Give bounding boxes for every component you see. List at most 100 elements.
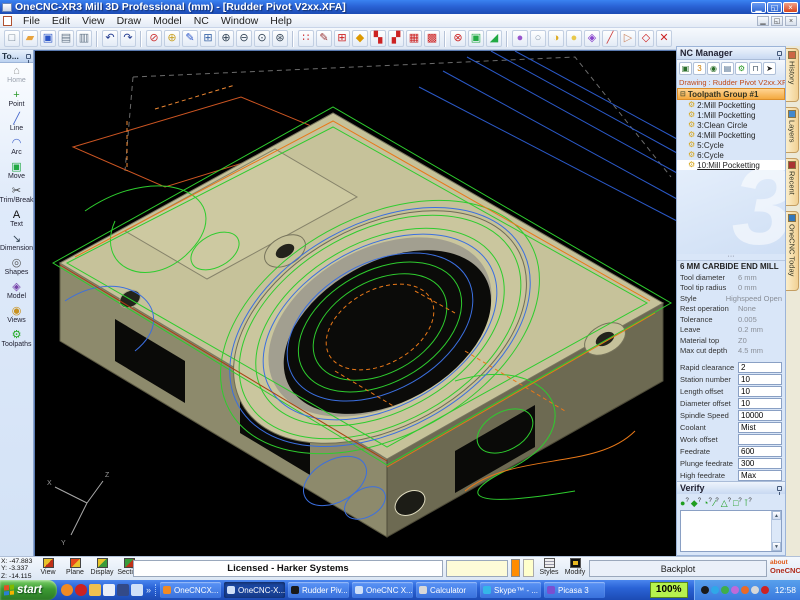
input-length-offset[interactable] bbox=[738, 386, 782, 397]
grid-pattern-c-icon[interactable]: ▦ bbox=[406, 30, 422, 47]
cancel-icon[interactable]: ⊗ bbox=[450, 30, 466, 47]
zoom-window-icon[interactable]: ⊞ bbox=[200, 30, 216, 47]
sidebar-item-trim-break[interactable]: ✂Trim/Break bbox=[0, 183, 33, 207]
input-work-offset[interactable] bbox=[738, 434, 782, 445]
sidebar-item-text[interactable]: AText bbox=[0, 207, 33, 231]
pin-icon[interactable] bbox=[777, 51, 782, 56]
backplot-icon[interactable]: ◉ bbox=[707, 62, 720, 75]
taskbar-window-onecnc-x[interactable]: OneCNC X... bbox=[352, 582, 413, 598]
plane-button[interactable]: Plane bbox=[63, 558, 87, 577]
quick-launch-overflow-icon[interactable]: » bbox=[145, 585, 151, 595]
active-color-swatch[interactable] bbox=[511, 559, 520, 577]
tab-history[interactable]: History bbox=[786, 48, 799, 102]
layout-quad-icon[interactable]: ⊞ bbox=[334, 30, 350, 47]
taskbar-window-calculator[interactable]: Calculator bbox=[416, 582, 477, 598]
tray-messenger-icon[interactable] bbox=[731, 586, 739, 594]
sidebar-item-views[interactable]: ◉Views bbox=[0, 303, 33, 327]
menu-view[interactable]: View bbox=[76, 15, 111, 27]
realplayer-quicklaunch-icon[interactable] bbox=[75, 584, 87, 596]
toolpath-item-4-mill-pocketting[interactable]: ⚙4:Mill Pocketting bbox=[677, 130, 785, 140]
document-quicklaunch-icon[interactable] bbox=[103, 584, 115, 596]
about-onecnc-logo[interactable]: about OneCNC bbox=[770, 559, 800, 575]
sidebar-item-model[interactable]: ◈Model bbox=[0, 279, 33, 303]
display-button[interactable]: Display bbox=[90, 558, 114, 577]
grid-pattern-d-icon[interactable]: ▩ bbox=[424, 30, 440, 47]
surface-normals-icon[interactable]: ▷ bbox=[620, 30, 636, 47]
sidebar-item-arc[interactable]: ◠Arc bbox=[0, 135, 33, 159]
verify-point-icon[interactable]: ●? bbox=[680, 495, 689, 509]
shade-flat-icon[interactable]: ◑ bbox=[548, 30, 564, 47]
tray-update-icon[interactable] bbox=[711, 586, 719, 594]
select-cursor-icon[interactable]: ➤ bbox=[763, 62, 776, 75]
print-icon[interactable]: ▤ bbox=[58, 30, 74, 47]
taskbar-window-picasa-3[interactable]: Picasa 3 bbox=[544, 582, 605, 598]
zoom-extents-icon[interactable]: ⊙ bbox=[254, 30, 270, 47]
verify-box-icon[interactable]: □? bbox=[733, 495, 742, 509]
close-button[interactable]: × bbox=[783, 2, 798, 13]
minimize-button[interactable]: ▁ bbox=[751, 2, 766, 13]
menu-edit[interactable]: Edit bbox=[46, 15, 76, 27]
sidebar-item-home[interactable]: ⌂Home bbox=[0, 63, 33, 87]
input-high-feedrate[interactable] bbox=[738, 470, 782, 481]
zoom-out-icon[interactable]: ⊖ bbox=[236, 30, 252, 47]
draw-pencil-icon[interactable]: ✎ bbox=[182, 30, 198, 47]
mdi-restore-button[interactable]: ◱ bbox=[771, 16, 783, 26]
menu-nc[interactable]: NC bbox=[188, 15, 215, 27]
toolpath-item-5-cycle[interactable]: ⚙5:Cycle bbox=[677, 140, 785, 150]
redo-icon[interactable]: ↷ bbox=[120, 30, 136, 47]
scroll-up-icon[interactable]: ▲ bbox=[772, 511, 781, 520]
verify-angle-icon[interactable]: ∕? bbox=[714, 495, 719, 509]
layers-copy-icon[interactable]: ▣ bbox=[468, 30, 484, 47]
solid-box-icon[interactable]: ◈ bbox=[584, 30, 600, 47]
surface-check-icon[interactable]: ◇ bbox=[638, 30, 654, 47]
verify-triangle-icon[interactable]: △? bbox=[721, 495, 731, 509]
machine-sim-icon[interactable]: ▣ bbox=[679, 62, 692, 75]
toolpath-item-1-mill-pocketting[interactable]: ⚙1:Mill Pocketting bbox=[677, 110, 785, 120]
snap-grid-icon[interactable]: ∷ bbox=[298, 30, 314, 47]
zoom-previous-icon[interactable]: ⊛ bbox=[272, 30, 288, 47]
sidebar-item-move[interactable]: ▣Move bbox=[0, 159, 33, 183]
tray-picasa-icon[interactable] bbox=[741, 586, 749, 594]
menu-file[interactable]: File bbox=[17, 15, 46, 27]
input-diameter-offset[interactable] bbox=[738, 398, 782, 409]
modify-button[interactable]: Modify bbox=[563, 558, 587, 577]
viewport[interactable]: X Z Y bbox=[34, 50, 676, 556]
tab-layers[interactable]: Layers bbox=[786, 107, 799, 153]
stock-icon[interactable]: ◆ bbox=[352, 30, 368, 47]
post-3-icon[interactable]: 3 bbox=[693, 62, 706, 75]
verify-arc-icon[interactable]: ◔? bbox=[703, 495, 712, 509]
sidebar-item-shapes[interactable]: ◎Shapes bbox=[0, 255, 33, 279]
zoom-all-icon[interactable]: ⊕ bbox=[164, 30, 180, 47]
sidebar-item-line[interactable]: ╱Line bbox=[0, 111, 33, 135]
tray-app-icon[interactable] bbox=[701, 586, 709, 594]
new-document-icon[interactable]: □ bbox=[4, 30, 20, 47]
sidebar-item-toolpaths[interactable]: ⚙Toolpaths bbox=[0, 327, 33, 351]
taskbar-window-onecnc-x[interactable]: OneCNC-X... bbox=[224, 582, 285, 598]
folder-quicklaunch-icon[interactable] bbox=[89, 584, 101, 596]
toolpath-item-6-cycle[interactable]: ⚙6:Cycle bbox=[677, 150, 785, 160]
shade-wireframe-icon[interactable]: ○ bbox=[530, 30, 546, 47]
save-icon[interactable]: ▣ bbox=[40, 30, 56, 47]
tray-shield-icon[interactable] bbox=[721, 586, 729, 594]
taskbar-window-rudder-piv[interactable]: Rudder Piv... bbox=[288, 582, 349, 598]
input-plunge-feedrate[interactable] bbox=[738, 458, 782, 469]
toolpath-group-header[interactable]: ⊟ Toolpath Group #1 bbox=[677, 88, 785, 100]
open-folder-icon[interactable]: ▰ bbox=[22, 30, 38, 47]
shade-ball-icon[interactable]: ● bbox=[566, 30, 582, 47]
undo-icon[interactable]: ↶ bbox=[102, 30, 118, 47]
view-button[interactable]: View bbox=[36, 558, 60, 577]
toolpath-gears-icon[interactable]: ⚙ bbox=[735, 62, 748, 75]
input-station-number[interactable] bbox=[738, 374, 782, 385]
mdi-close-button[interactable]: × bbox=[785, 16, 797, 26]
swap-icon[interactable]: ◢ bbox=[486, 30, 502, 47]
scroll-down-icon[interactable]: ▼ bbox=[772, 542, 781, 551]
clock[interactable]: 12:58 bbox=[771, 585, 796, 595]
sync-quicklaunch-icon[interactable] bbox=[117, 584, 129, 596]
sketch-pencil-icon[interactable]: ✎ bbox=[316, 30, 332, 47]
secondary-color-swatch[interactable] bbox=[523, 559, 534, 577]
verify-line-icon[interactable]: ◆? bbox=[691, 495, 701, 509]
zoom-disable-icon[interactable]: ⊘ bbox=[146, 30, 162, 47]
verify-scrollbar[interactable]: ▲ ▼ bbox=[771, 511, 781, 551]
restore-button[interactable]: ◱ bbox=[767, 2, 782, 13]
show-desktop-icon[interactable] bbox=[131, 584, 143, 596]
